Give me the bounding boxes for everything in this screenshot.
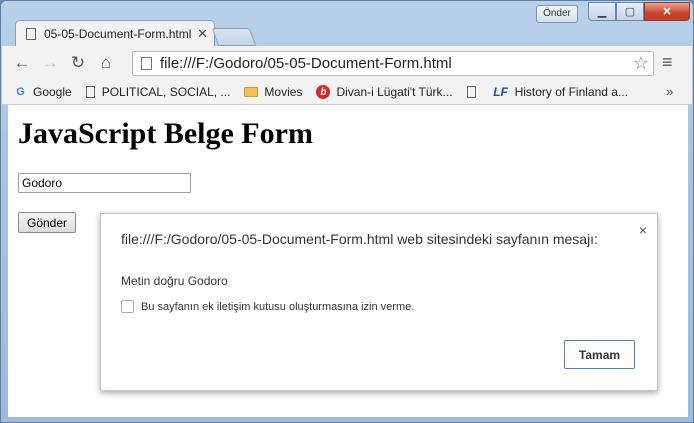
browser-window: Önder ▁ ▢ ✕ 05-05-Document-Form.html ✕ ←… [0, 0, 694, 423]
maximize-icon: ▢ [624, 6, 636, 18]
user-profile-badge[interactable]: Önder [536, 5, 578, 23]
bookmark-divan[interactable]: b Divan-i Lügati't Türk... [316, 85, 453, 99]
bookmark-star-icon[interactable]: ☆ [633, 53, 649, 74]
alert-dialog: file:///F:/Godoro/05-05-Document-Form.ht… [100, 213, 658, 391]
google-icon: G [16, 86, 25, 98]
bookmark-page[interactable] [466, 86, 483, 98]
bookmark-label: Movies [264, 85, 303, 99]
ok-button[interactable]: Tamam [564, 340, 635, 369]
bookmark-movies[interactable]: Movies [244, 85, 302, 99]
close-window-button[interactable]: ✕ [644, 2, 690, 21]
lf-icon: LF [493, 85, 508, 99]
bookmark-history-finland[interactable]: LF History of Finland a... [493, 85, 628, 99]
dialog-close-icon[interactable]: × [639, 222, 647, 238]
bookmark-label: History of Finland a... [514, 85, 628, 99]
tab-active[interactable]: 05-05-Document-Form.html ✕ [15, 20, 215, 46]
page-icon [26, 27, 36, 40]
bookmark-political-social[interactable]: POLITICAL, SOCIAL, ... [85, 85, 231, 99]
page-icon [141, 57, 152, 70]
suppress-dialogs-option[interactable]: Bu sayfanın ek iletişim kutusu oluşturma… [121, 300, 414, 313]
page-icon [466, 86, 476, 98]
page-content: JavaScript Belge Form Gönder file:///F:/… [8, 105, 688, 417]
forward-button[interactable]: → [36, 53, 64, 73]
tab-title: 05-05-Document-Form.html [44, 26, 192, 41]
page-title: JavaScript Belge Form [18, 117, 313, 150]
bookmark-google[interactable]: G Google [14, 85, 72, 99]
site-icon: b [316, 85, 331, 99]
bookmarks-overflow-icon[interactable]: » [666, 84, 673, 99]
text-input[interactable] [18, 173, 191, 193]
reload-button[interactable]: ↻ [64, 53, 92, 73]
checkbox-label: Bu sayfanın ek iletişim kutusu oluşturma… [141, 300, 415, 313]
folder-icon [244, 87, 259, 97]
window-controls: ▁ ▢ ✕ [588, 2, 690, 22]
new-tab-button[interactable] [211, 28, 257, 46]
minimize-button[interactable]: ▁ [588, 2, 616, 21]
menu-icon[interactable]: ≡ [662, 52, 673, 73]
page-icon [85, 86, 95, 98]
maximize-button[interactable]: ▢ [616, 2, 644, 21]
close-icon: ✕ [662, 6, 672, 18]
suppress-dialogs-checkbox[interactable] [121, 300, 134, 313]
dialog-title: file:///F:/Godoro/05-05-Document-Form.ht… [121, 231, 598, 247]
home-button[interactable]: ⌂ [92, 53, 120, 73]
dialog-message: Metin doğru Godoro [121, 274, 228, 288]
url-text[interactable]: file:///F:/Godoro/05-05-Document-Form.ht… [160, 55, 633, 72]
minimize-icon: ▁ [597, 6, 607, 18]
bookmark-label: Google [33, 85, 72, 99]
bookmarks-bar: G Google POLITICAL, SOCIAL, ... Movies b… [2, 80, 692, 105]
tab-close-icon[interactable]: ✕ [197, 26, 208, 42]
submit-button[interactable]: Gönder [18, 212, 76, 233]
toolbar: ← → ↻ ⌂ file:///F:/Godoro/05-05-Document… [2, 46, 692, 80]
address-bar[interactable]: file:///F:/Godoro/05-05-Document-Form.ht… [132, 51, 654, 76]
back-button[interactable]: ← [8, 53, 36, 73]
bookmark-label: Divan-i Lügati't Türk... [336, 85, 453, 99]
bookmark-label: POLITICAL, SOCIAL, ... [101, 85, 231, 99]
